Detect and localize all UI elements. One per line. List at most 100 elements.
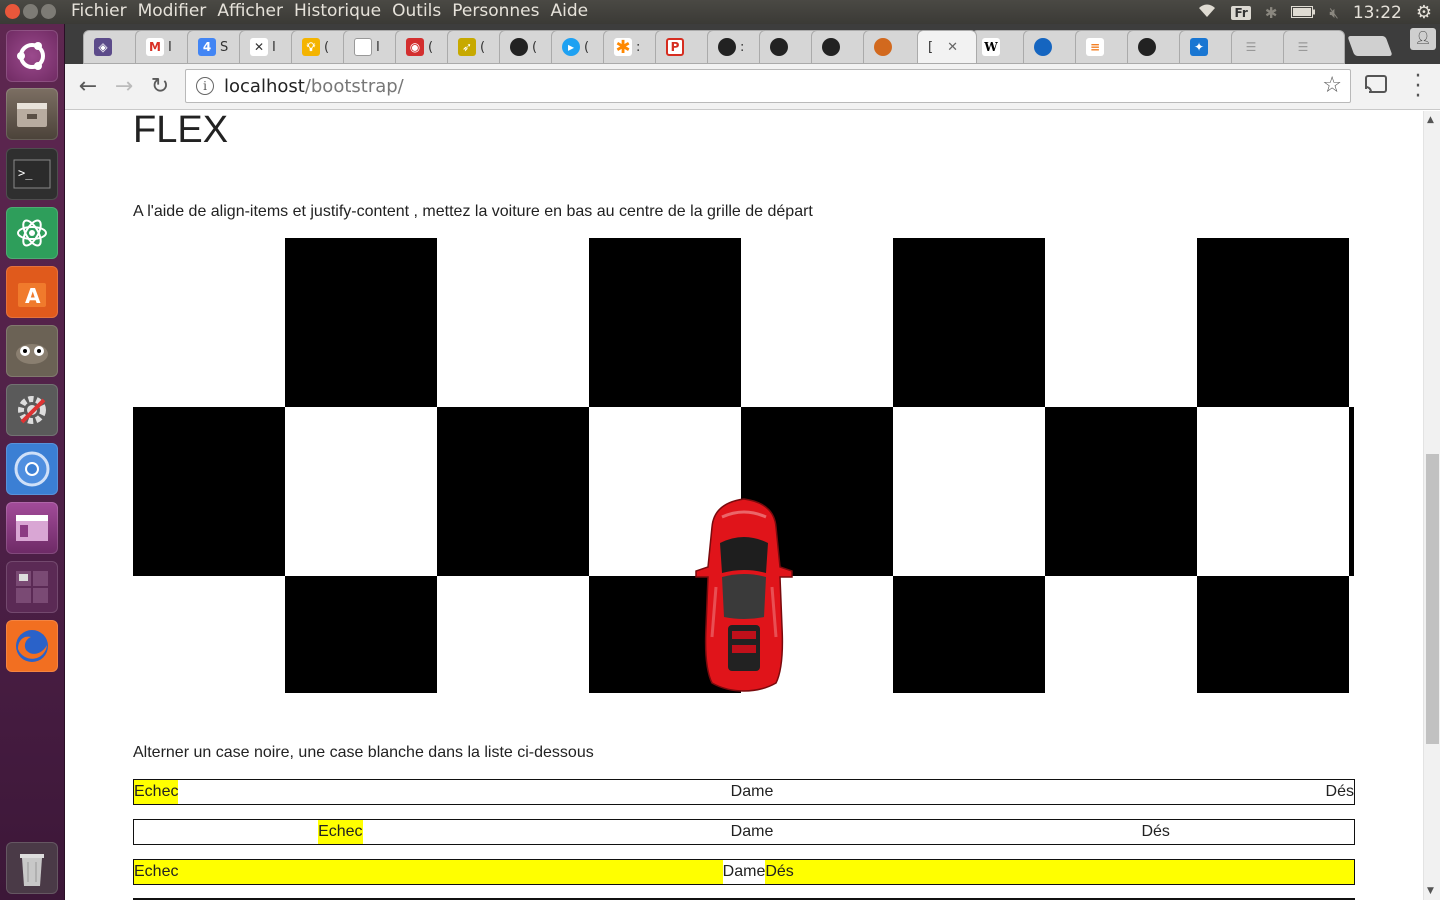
list-item-echec: Echec	[318, 820, 363, 844]
menu-historique[interactable]: Historique	[294, 1, 381, 21]
stackoverflow-icon: ≡	[1086, 38, 1104, 56]
tab-label: I	[376, 39, 380, 55]
url-host: localhost	[224, 76, 305, 97]
close-window-button[interactable]	[5, 4, 20, 19]
page-title: FLEX	[133, 111, 229, 151]
page-scrollbar[interactable]: ▲ ▼	[1423, 111, 1440, 900]
wifi-icon[interactable]	[1197, 3, 1217, 23]
workspaces-icon[interactable]	[6, 561, 58, 613]
page-viewport: FLEX A l'aide de align-items et justify-…	[65, 111, 1423, 900]
tab-lines-2[interactable]: ☰	[1283, 30, 1345, 64]
list-row-grow: Echec Dame Dés	[133, 859, 1355, 885]
url-path: /bootstrap/	[304, 76, 404, 97]
scrollbar-thumb[interactable]	[1426, 454, 1439, 744]
tab-cookie[interactable]	[863, 30, 925, 64]
ribbon-icon: ✦	[1190, 38, 1208, 56]
system-indicators: Fr ✱ 🔇︎ 13:22 ⚙	[1197, 2, 1432, 23]
volume-muted-icon[interactable]: 🔇︎	[1329, 4, 1338, 22]
cookie-icon	[874, 38, 892, 56]
github-icon	[770, 38, 788, 56]
red-car-image	[695, 498, 793, 692]
software-center-icon[interactable]: A	[6, 266, 58, 318]
session-gear-icon[interactable]: ⚙	[1416, 2, 1432, 23]
firefox-icon[interactable]	[6, 620, 58, 672]
minimize-window-button[interactable]	[23, 4, 38, 19]
github-icon	[718, 38, 736, 56]
list-item-echec: Echec	[134, 860, 723, 884]
browser-toolbar: ← → ↻ i localhost/bootstrap/ ☆ · · ·	[65, 64, 1440, 110]
reload-icon[interactable]: ↻	[147, 74, 173, 100]
github-icon	[1138, 38, 1156, 56]
tab-label: S	[220, 39, 229, 55]
page-icon	[354, 38, 372, 56]
p-icon: P	[666, 38, 684, 56]
board-cell-black	[589, 238, 741, 407]
app-menu-bar: Fichier Modifier Afficher Historique Out…	[71, 1, 588, 21]
info-icon[interactable]: i	[196, 77, 214, 95]
unity-launcher: >_ A	[0, 24, 65, 900]
trash-icon[interactable]	[6, 842, 58, 894]
close-tab-icon[interactable]: ✕	[947, 40, 958, 55]
tab-label: (	[584, 39, 590, 55]
apk-icon	[1034, 38, 1052, 56]
cast-icon[interactable]	[1365, 74, 1387, 98]
board-cell-black	[893, 238, 1045, 407]
ubuntu-dash-icon[interactable]	[6, 30, 58, 82]
clock[interactable]: 13:22	[1353, 3, 1402, 23]
new-tab-button[interactable]	[1347, 36, 1393, 56]
tab-label: I	[272, 39, 276, 55]
menu-personnes[interactable]: Personnes	[452, 1, 539, 21]
url-text[interactable]: localhost/bootstrap/	[224, 76, 404, 97]
maximize-window-button[interactable]	[41, 4, 56, 19]
battery-icon[interactable]	[1291, 4, 1316, 22]
list-row-space-around: Echec Dame Dés	[133, 819, 1355, 845]
svg-text:A: A	[25, 284, 41, 308]
rocket-icon: ➶	[458, 38, 476, 56]
bookmark-star-icon[interactable]: ☆	[1322, 73, 1342, 98]
menu-fichier[interactable]: Fichier	[71, 1, 127, 21]
files-icon[interactable]	[6, 88, 58, 140]
menu-modifier[interactable]: Modifier	[138, 1, 207, 21]
profile-icon[interactable]: 👤︎	[1410, 28, 1436, 50]
menu-kebab-icon[interactable]: · · ·	[1412, 66, 1424, 108]
asterisk-icon: ✱	[614, 36, 632, 58]
list-item-des: Dés	[1141, 823, 1170, 840]
chromium-icon[interactable]	[6, 443, 58, 495]
keyboard-layout-indicator[interactable]: Fr	[1231, 5, 1251, 20]
tab-label: [	[928, 39, 934, 55]
browser-tab-strip: ◈ MI 4S ✕ I 💡︎( I ◉( ➶( ( ▸( ✱: P : [✕ W …	[65, 24, 1440, 64]
tab-active[interactable]: [✕	[917, 30, 977, 64]
window-manager-icon[interactable]	[6, 502, 58, 554]
tab-label: (	[532, 39, 538, 55]
scroll-up-icon[interactable]: ▲	[1427, 115, 1434, 125]
list-item-dame: Dame	[730, 783, 774, 800]
gimp-icon[interactable]	[6, 325, 58, 377]
svg-text:>_: >_	[18, 166, 33, 180]
forward-icon[interactable]: →	[111, 74, 137, 100]
instruction-car: A l'aide de align-items et justify-conte…	[133, 203, 813, 220]
tab-label: :	[740, 39, 745, 55]
scroll-down-icon[interactable]: ▼	[1427, 886, 1434, 896]
gmail-icon: M	[146, 38, 164, 56]
menu-outils[interactable]: Outils	[392, 1, 441, 21]
system-settings-icon[interactable]	[6, 384, 58, 436]
x-icon: ✕	[250, 38, 268, 56]
back-icon[interactable]: ←	[75, 74, 101, 100]
list-item-dame: Dame	[722, 863, 766, 880]
list-row-space-between: Echec Dame Dés	[133, 779, 1355, 805]
list-item-echec: Echec	[134, 780, 179, 804]
rss-icon: ◉	[406, 38, 424, 56]
address-bar[interactable]: i localhost/bootstrap/ ☆	[185, 69, 1351, 103]
github-icon	[510, 38, 528, 56]
terminal-icon[interactable]: >_	[6, 148, 58, 200]
system-top-panel: Fichier Modifier Afficher Historique Out…	[0, 0, 1440, 24]
tab-label: I	[168, 39, 172, 55]
menu-afficher[interactable]: Afficher	[217, 1, 283, 21]
list-item-des: Dés	[765, 860, 1354, 884]
board-cell-black	[285, 238, 437, 407]
menu-aide[interactable]: Aide	[550, 1, 588, 21]
instruction-list: Alterner un case noire, une case blanche…	[133, 744, 594, 761]
atom-icon[interactable]	[6, 207, 58, 259]
board-cell-black	[133, 407, 285, 576]
bluetooth-icon[interactable]: ✱	[1265, 4, 1278, 22]
